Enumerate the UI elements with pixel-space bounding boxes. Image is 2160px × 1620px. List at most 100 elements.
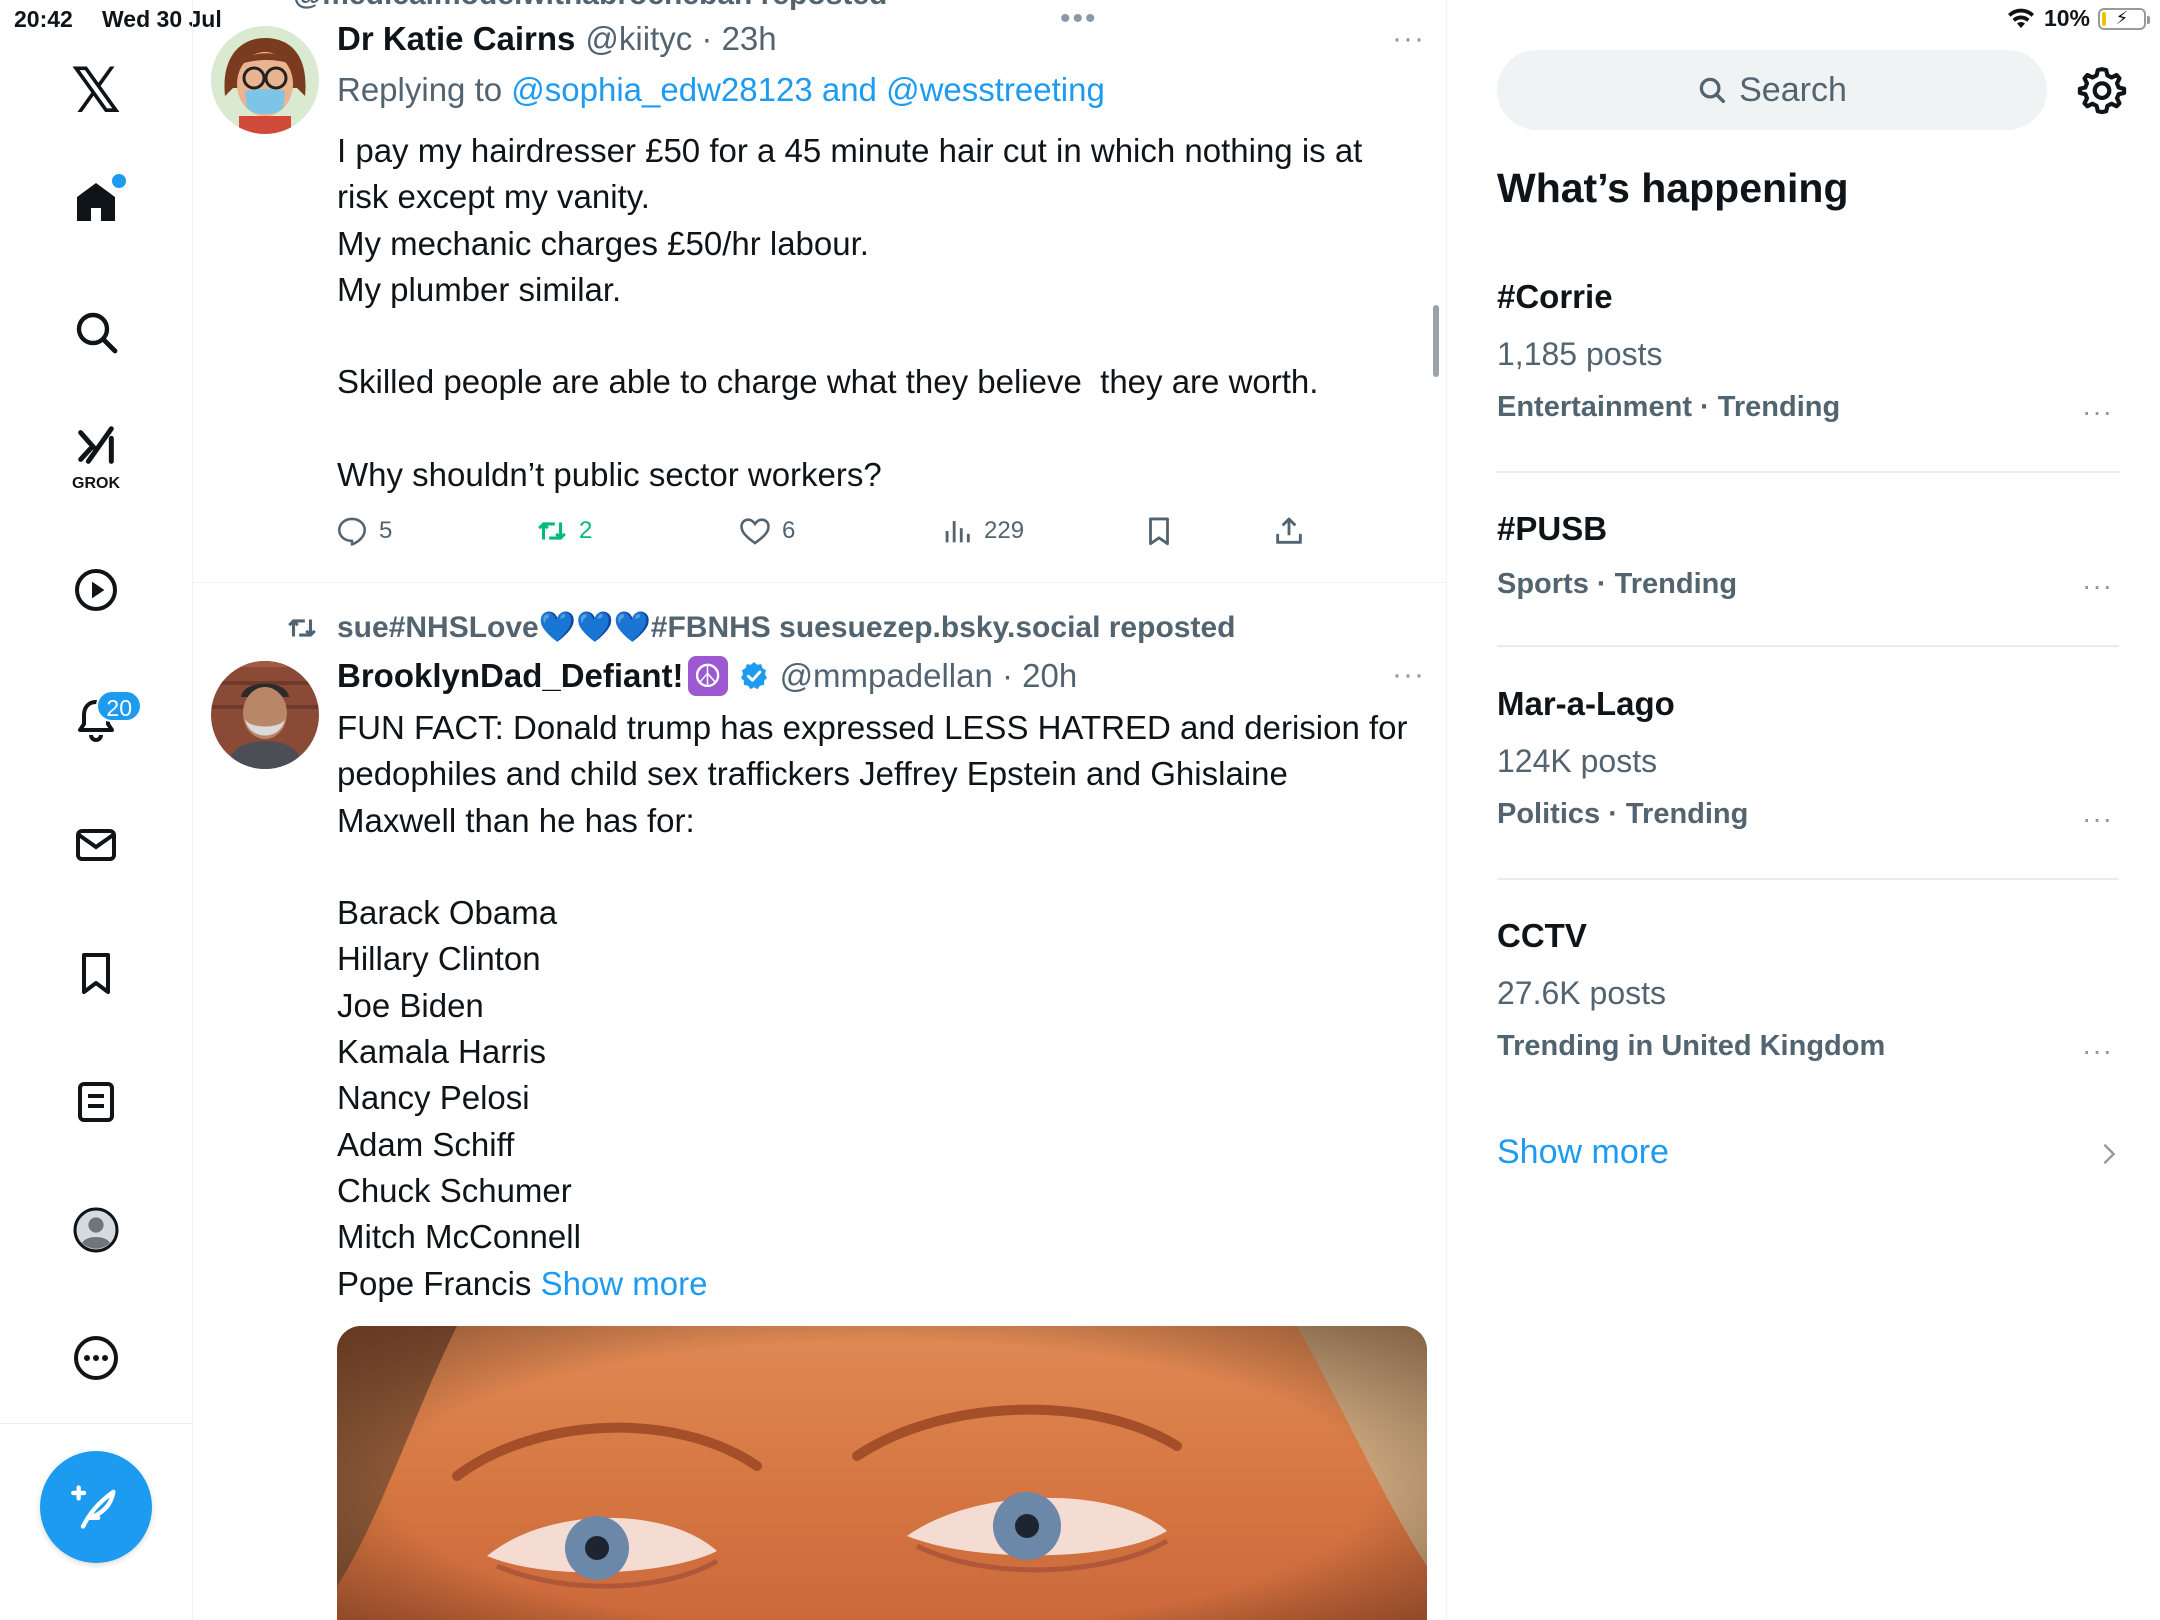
- repost-button[interactable]: 2: [535, 514, 738, 548]
- author-name[interactable]: BrooklynDad_Defiant!: [337, 657, 684, 695]
- grok-icon: [78, 426, 114, 464]
- repost-count: 2: [579, 517, 593, 544]
- verified-badge-icon: [738, 660, 770, 692]
- timeline-scrollbar[interactable]: [1433, 305, 1439, 377]
- bookmark-icon: [1149, 517, 1169, 546]
- share-icon: [1276, 517, 1302, 544]
- share-button[interactable]: [1272, 514, 1306, 548]
- repost-small-icon: [288, 618, 316, 637]
- lists-icon: [78, 1082, 114, 1122]
- author-handle-time[interactable]: @mmpadellan · 20h: [780, 657, 1078, 695]
- left-navigation: 𝕏 GROK 20: [0, 0, 193, 1620]
- like-button[interactable]: 6: [738, 514, 940, 548]
- replying-to-users[interactable]: @sophia_edw28123 and @wesstreeting: [511, 71, 1105, 108]
- nav-bookmarks[interactable]: [56, 933, 136, 1013]
- right-sidebar: Search What’s happening #Corrie 1,185 po…: [1447, 0, 2160, 1620]
- trend-more-button[interactable]: ···: [2082, 570, 2113, 602]
- settings-gear-icon[interactable]: [2077, 65, 2127, 115]
- refresh-indicator: •••: [1060, 2, 1098, 35]
- view-count: 229: [984, 517, 1025, 544]
- grok-label: GROK: [72, 475, 120, 492]
- tweet-more-button[interactable]: ···: [1392, 22, 1425, 56]
- profile-icon: [73, 1207, 119, 1253]
- trend-more-button[interactable]: ···: [2082, 803, 2113, 835]
- avatar-katie-cairns[interactable]: [211, 26, 319, 134]
- views-icon: [945, 521, 970, 543]
- show-more-link[interactable]: Show more: [541, 1265, 708, 1302]
- author-name[interactable]: Dr Katie Cairns: [337, 20, 575, 58]
- trend-divider: [1497, 471, 2119, 473]
- nav-divider: [0, 1423, 192, 1424]
- trend-name: #PUSB: [1497, 510, 1608, 547]
- nav-video[interactable]: [56, 550, 136, 630]
- tweet-header: BrooklynDad_Defiant! ☮ @mmpadellan · 20h: [337, 656, 1077, 696]
- nav-notifications[interactable]: 20: [56, 680, 142, 760]
- search-placeholder: Search: [1739, 70, 1847, 109]
- trend-name: #Corrie: [1497, 278, 1613, 315]
- trend-name: Mar-a-Lago: [1497, 685, 1675, 722]
- views-button[interactable]: 229: [940, 514, 1142, 548]
- tweet-divider: [193, 582, 1446, 583]
- nav-profile[interactable]: [56, 1190, 136, 1270]
- more-icon: [74, 1336, 118, 1380]
- trend-item[interactable]: #Corrie 1,185 posts Entertainment · Tren…: [1497, 278, 2117, 427]
- trend-category: Trending in United Kingdom: [1497, 1030, 1886, 1062]
- reposted-by[interactable]: sue#NHSLove💙💙💙#FBNHS suesuezep.bsky.soci…: [337, 610, 1235, 645]
- tweet-text: FUN FACT: Donald trump has expressed LES…: [337, 705, 1427, 1307]
- trend-category: Sports · Trending: [1497, 568, 1738, 600]
- compose-post-icon: [71, 1485, 116, 1529]
- tweet-text-content: FUN FACT: Donald trump has expressed LES…: [337, 709, 1408, 1302]
- avatar-image: [211, 26, 319, 134]
- bookmark-button[interactable]: [1142, 514, 1272, 548]
- tweet-media-image[interactable]: [337, 1326, 1427, 1620]
- author-handle-time[interactable]: @kiityc · 23h: [585, 20, 776, 58]
- nav-messages[interactable]: [56, 805, 136, 885]
- x-logo[interactable]: 𝕏: [56, 50, 136, 130]
- like-count: 6: [782, 517, 796, 544]
- nav-explore[interactable]: [56, 292, 136, 372]
- nav-home[interactable]: [56, 162, 136, 242]
- compose-post-button[interactable]: [40, 1451, 152, 1563]
- photo-face-closeup: [337, 1326, 1427, 1620]
- trend-item[interactable]: CCTV 27.6K posts Trending in United King…: [1497, 917, 2117, 1066]
- notifications-badge: 20: [96, 690, 142, 722]
- replying-to-prefix: Replying to: [337, 71, 503, 108]
- video-icon: [75, 569, 117, 611]
- avatar-image: [211, 661, 319, 769]
- trend-item[interactable]: #PUSB Sports · Trending ···: [1497, 510, 2117, 601]
- chevron-right-icon: [2103, 1143, 2116, 1165]
- nav-lists[interactable]: [56, 1062, 136, 1142]
- messages-icon: [76, 829, 116, 861]
- trend-item[interactable]: Mar-a-Lago 124K posts Politics · Trendin…: [1497, 685, 2117, 834]
- trend-post-count: 1,185 posts: [1497, 336, 1663, 372]
- tweet-header: Dr Katie Cairns @kiityc · 23h: [337, 20, 777, 58]
- avatar-brooklyndad[interactable]: [211, 661, 319, 769]
- replying-to: Replying to @sophia_edw28123 and @wesstr…: [337, 71, 1105, 109]
- nav-grok[interactable]: GROK: [56, 415, 136, 495]
- tweet-more-button[interactable]: ···: [1392, 658, 1425, 692]
- x-logo-glyph: 𝕏: [71, 53, 121, 127]
- trend-divider: [1497, 878, 2119, 880]
- reply-button[interactable]: 5: [335, 514, 535, 548]
- trend-more-button[interactable]: ···: [2082, 1035, 2113, 1067]
- search-input[interactable]: Search: [1497, 50, 2047, 130]
- repost-icon: [538, 522, 566, 540]
- trend-post-count: 27.6K posts: [1497, 975, 1666, 1011]
- trend-category: Politics · Trending: [1497, 798, 1749, 830]
- trend-category: Entertainment · Trending: [1497, 391, 1841, 423]
- tweet-actions: 5 2 6 229: [335, 514, 1306, 548]
- trend-divider: [1497, 645, 2119, 647]
- like-icon: [740, 518, 770, 545]
- search-icon: [76, 312, 118, 354]
- reply-icon: [337, 517, 367, 546]
- peace-emoji: ☮: [687, 656, 728, 696]
- trend-more-button[interactable]: ···: [2082, 396, 2113, 428]
- tweet-text: I pay my hairdresser £50 for a 45 minute…: [337, 132, 1363, 494]
- home-unread-dot: [112, 174, 126, 188]
- trend-post-count: 124K posts: [1497, 743, 1658, 779]
- show-more-trends-link[interactable]: Show more: [1497, 1133, 1669, 1172]
- bookmarks-icon: [82, 953, 110, 994]
- timeline[interactable]: @medicalmodelwithabrocheban reposted •••…: [193, 0, 1447, 1620]
- partial-repost-line: @medicalmodelwithabrocheban reposted: [293, 0, 887, 12]
- nav-more[interactable]: [56, 1318, 136, 1398]
